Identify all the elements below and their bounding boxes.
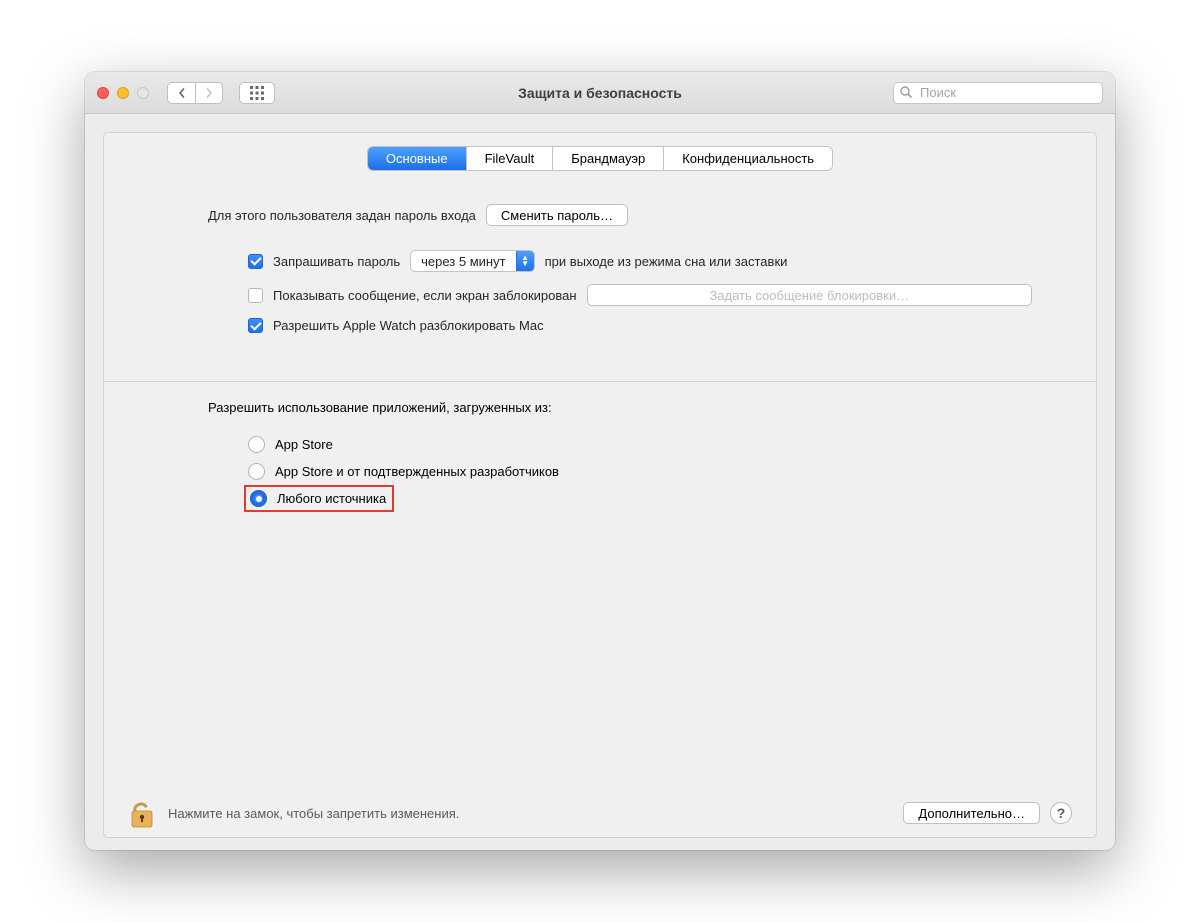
tab-firewall[interactable]: Брандмауэр (553, 147, 664, 170)
search-input[interactable] (893, 82, 1103, 104)
allow-apps-heading: Разрешить использование приложений, загр… (208, 400, 1032, 415)
tab-bar: Основные FileVault Брандмауэр Конфиденци… (128, 147, 1072, 170)
require-password-label: Запрашивать пароль (273, 254, 400, 269)
zoom-window-button (137, 87, 149, 99)
titlebar: Защита и безопасность (85, 72, 1115, 114)
search-wrap (893, 82, 1103, 104)
main-panel: Основные FileVault Брандмауэр Конфиденци… (103, 132, 1097, 838)
show-lock-message-checkbox[interactable] (248, 288, 263, 303)
advanced-button[interactable]: Дополнительно… (903, 802, 1040, 824)
dropdown-value: через 5 минут (411, 254, 515, 269)
content: Основные FileVault Брандмауэр Конфиденци… (85, 114, 1115, 850)
lock-icon[interactable] (128, 797, 156, 829)
divider (104, 381, 1096, 382)
radio-label: Любого источника (277, 491, 386, 506)
radio-icon (248, 463, 265, 480)
password-section: Для этого пользователя задан пароль вход… (128, 204, 1072, 345)
login-password-label: Для этого пользователя задан пароль вход… (208, 208, 476, 223)
tab-filevault[interactable]: FileVault (467, 147, 554, 170)
apple-watch-unlock-label: Разрешить Apple Watch разблокировать Mac (273, 318, 544, 333)
footer: Нажмите на замок, чтобы запретить измене… (128, 789, 1072, 829)
preferences-window: Защита и безопасность Основные FileVault… (85, 72, 1115, 850)
change-password-button[interactable]: Сменить пароль… (486, 204, 628, 226)
radio-identified-developers[interactable]: App Store и от подтвержденных разработчи… (208, 458, 1032, 485)
allow-apps-section: Разрешить использование приложений, загр… (128, 400, 1072, 512)
grid-icon (250, 86, 264, 100)
require-password-checkbox[interactable] (248, 254, 263, 269)
radio-label: App Store и от подтвержденных разработчи… (275, 464, 559, 479)
chevron-updown-icon: ▲▼ (516, 251, 534, 271)
radio-icon (250, 490, 267, 507)
lock-text: Нажмите на замок, чтобы запретить измене… (168, 806, 459, 821)
nav-back-forward (167, 82, 223, 104)
back-button[interactable] (167, 82, 195, 104)
forward-button[interactable] (195, 82, 223, 104)
require-password-after-label: при выходе из режима сна или заставки (545, 254, 788, 269)
minimize-window-button[interactable] (117, 87, 129, 99)
radio-label: App Store (275, 437, 333, 452)
search-icon (900, 86, 912, 98)
tab-privacy[interactable]: Конфиденциальность (664, 147, 832, 170)
window-title: Защита и безопасность (518, 85, 682, 101)
show-lock-message-label: Показывать сообщение, если экран заблоки… (273, 288, 577, 303)
radio-icon (248, 436, 265, 453)
radio-anywhere-highlighted[interactable]: Любого источника (244, 485, 394, 512)
help-button[interactable]: ? (1050, 802, 1072, 824)
require-password-delay-dropdown[interactable]: через 5 минут ▲▼ (410, 250, 534, 272)
set-lock-message-button[interactable]: Задать сообщение блокировки… (587, 284, 1032, 306)
apple-watch-unlock-checkbox[interactable] (248, 318, 263, 333)
window-controls (97, 87, 149, 99)
tab-general[interactable]: Основные (368, 147, 467, 170)
show-all-button[interactable] (239, 82, 275, 104)
close-window-button[interactable] (97, 87, 109, 99)
radio-app-store[interactable]: App Store (208, 431, 1032, 458)
